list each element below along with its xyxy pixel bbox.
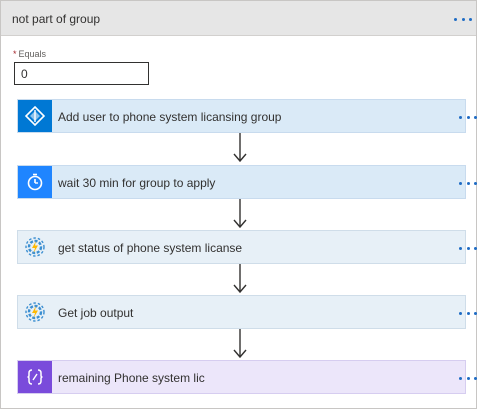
action-more-options-button[interactable] (456, 370, 477, 386)
scope-more-options-button[interactable] (451, 11, 475, 27)
action-card-get-job-output[interactable]: Get job output (17, 295, 477, 329)
scope-container: not part of group *Equals Add user to ph… (0, 0, 477, 409)
action-title: Add user to phone system licansing group (58, 110, 282, 124)
automation-gear-icon (18, 296, 52, 328)
action-title: wait 30 min for group to apply (58, 176, 216, 190)
scope-title: not part of group (12, 12, 101, 26)
action-title: Get job output (58, 306, 134, 320)
action-more-options-button[interactable] (456, 240, 477, 256)
action-card-add-user[interactable]: Add user to phone system licansing group (17, 99, 477, 133)
equals-input[interactable] (14, 62, 149, 85)
variable-icon (18, 361, 52, 393)
scope-header[interactable]: not part of group (1, 1, 476, 36)
required-marker: * (13, 49, 17, 59)
automation-gear-icon (18, 231, 52, 263)
action-title: get status of phone system licanse (58, 241, 243, 255)
equals-label-text: Equals (18, 49, 47, 59)
equals-label: * Equals (13, 49, 46, 59)
action-card-get-status[interactable]: get status of phone system licanse (17, 230, 477, 264)
connector-arrow (233, 199, 247, 229)
azure-ad-icon (18, 100, 52, 132)
action-card-wait[interactable]: wait 30 min for group to apply (17, 165, 477, 199)
timer-icon (18, 166, 52, 198)
connector-arrow (233, 264, 247, 294)
action-more-options-button[interactable] (456, 175, 477, 191)
connector-arrow (233, 329, 247, 359)
connector-arrow (233, 133, 247, 163)
action-more-options-button[interactable] (456, 305, 477, 321)
action-title: remaining Phone system lic (58, 371, 205, 385)
action-more-options-button[interactable] (456, 109, 477, 125)
action-card-remaining-lic[interactable]: remaining Phone system lic (17, 360, 477, 394)
